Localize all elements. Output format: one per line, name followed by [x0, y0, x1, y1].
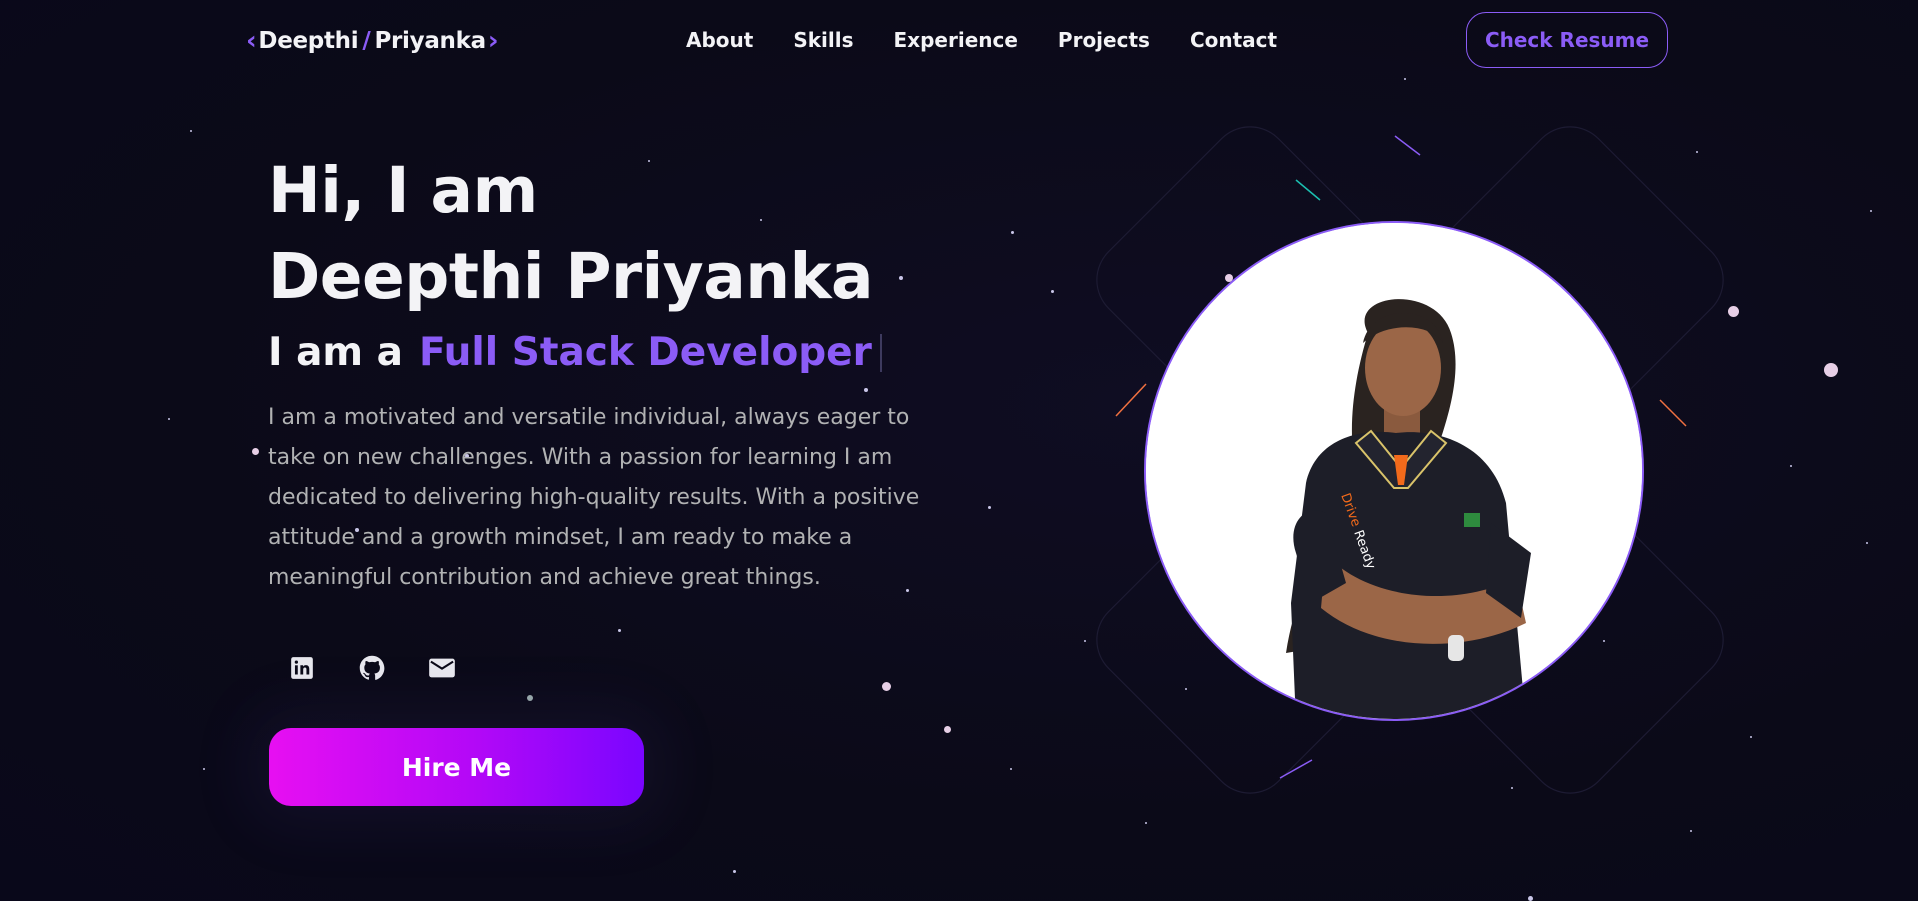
hero-description: I am a motivated and versatile individua… — [268, 405, 920, 590]
social-links — [288, 654, 456, 682]
nav-link-projects[interactable]: Projects — [1058, 28, 1150, 52]
chevron-right-icon: › — [487, 26, 499, 56]
logo-slash: / — [362, 28, 371, 54]
navbar: ‹ Deepthi / Priyanka › About Skills Expe… — [0, 0, 1918, 80]
logo-first-name: Deepthi — [258, 28, 359, 54]
nav-links: About Skills Experience Projects Contact — [686, 28, 1317, 52]
hero-heading: Hi, I am Deepthi Priyanka — [268, 148, 874, 320]
logo[interactable]: ‹ Deepthi / Priyanka › — [246, 26, 499, 56]
hero-page: ‹ Deepthi / Priyanka › About Skills Expe… — [0, 0, 1918, 901]
linkedin-icon[interactable] — [288, 654, 316, 682]
role-typed-text: Full Stack Developer — [418, 330, 872, 375]
logo-last-name: Priyanka — [374, 28, 486, 54]
hero-name: Deepthi Priyanka — [268, 240, 874, 313]
nav-link-contact[interactable]: Contact — [1190, 28, 1277, 52]
profile-photo: Drive Ready — [1144, 221, 1644, 721]
typing-cursor — [879, 333, 882, 372]
role-prefix: I am a — [268, 330, 403, 375]
chevron-left-icon: ‹ — [246, 26, 257, 56]
hero-greeting: Hi, I am — [268, 154, 538, 227]
profile-photo-illustration: Drive Ready — [1146, 223, 1642, 719]
hire-me-button[interactable]: Hire Me — [269, 728, 644, 806]
github-icon[interactable] — [358, 654, 386, 682]
nav-link-about[interactable]: About — [686, 28, 753, 52]
role-line: I am a Full Stack Developer — [268, 330, 882, 375]
nav-link-experience[interactable]: Experience — [894, 28, 1018, 52]
mail-icon[interactable] — [428, 654, 456, 682]
check-resume-button[interactable]: Check Resume — [1466, 12, 1668, 68]
nav-link-skills[interactable]: Skills — [793, 28, 853, 52]
